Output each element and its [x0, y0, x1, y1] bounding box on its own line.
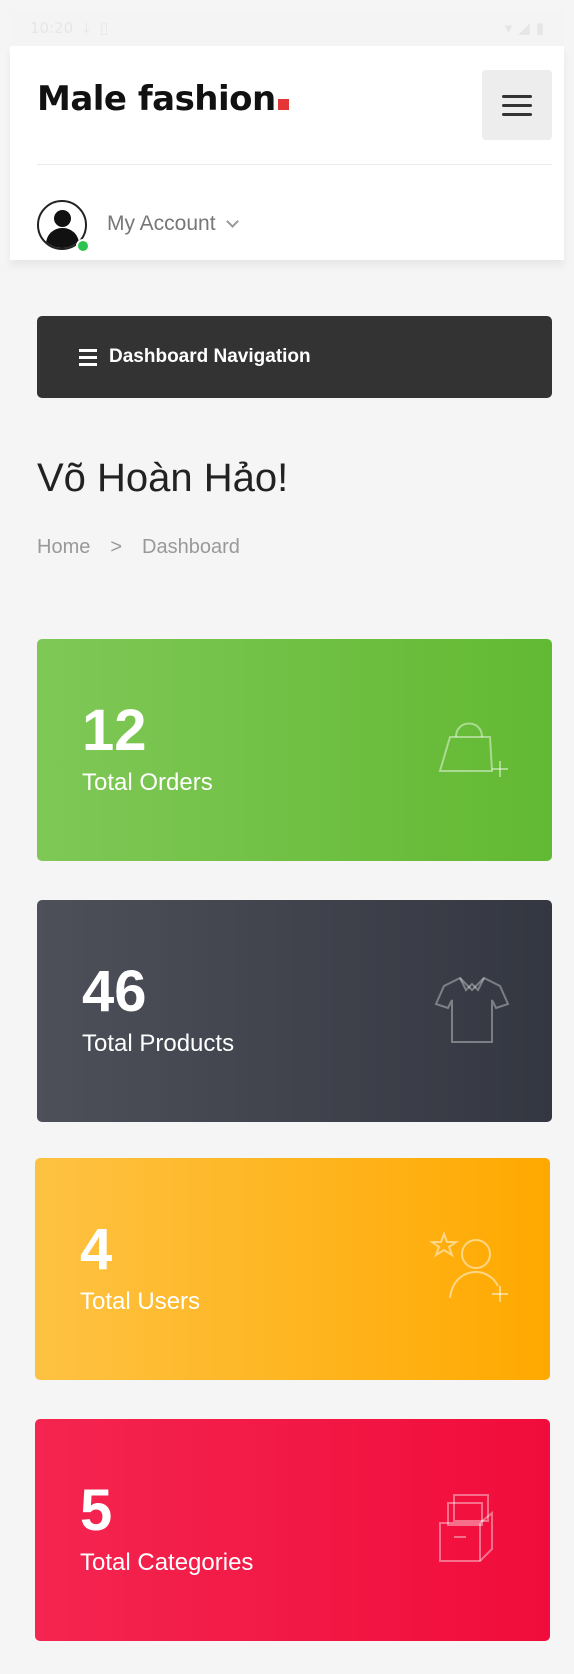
logo[interactable]: Male fashion	[37, 79, 289, 119]
logo-text: Male fashion	[37, 79, 276, 119]
wifi-icon: ▾	[504, 19, 513, 37]
hamburger-menu-button[interactable]	[482, 70, 552, 140]
logo-dot	[277, 99, 289, 110]
user-body-shape	[46, 228, 79, 248]
stat-card-users[interactable]: 4 Total Users	[35, 1158, 550, 1380]
stat-label: Total Orders	[82, 769, 213, 796]
dashboard-navigation-label: Dashboard Navigation	[109, 346, 311, 367]
my-account-label: My Account	[107, 212, 216, 235]
clipboard-icon: ▯	[99, 19, 109, 37]
stat-label: Total Products	[82, 1030, 235, 1057]
site-header: Male fashion My Account	[10, 46, 564, 260]
header-divider	[37, 164, 552, 165]
dashboard-navigation-button[interactable]: Dashboard Navigation	[37, 316, 552, 398]
battery-icon: ▮	[535, 19, 544, 37]
stat-card-products[interactable]: 46 Total Products	[37, 900, 552, 1122]
list-icon	[79, 348, 97, 366]
online-status-dot	[76, 239, 90, 253]
shirt-icon	[434, 976, 510, 1043]
stat-value: 5	[80, 1478, 113, 1543]
stat-label: Total Users	[80, 1288, 201, 1315]
stat-card-categories[interactable]: 5 Total Categories	[35, 1419, 550, 1641]
status-bar: 10:20 ⤓ ▯ ▾ ◢ ▮	[10, 10, 564, 46]
breadcrumb-home[interactable]: Home	[37, 536, 90, 559]
signal-icon: ◢	[518, 19, 530, 37]
stat-value: 4	[80, 1217, 113, 1282]
my-account-dropdown[interactable]: My Account	[107, 212, 239, 236]
user-star-plus-icon	[430, 1231, 508, 1302]
menu-line	[502, 94, 532, 98]
user-head-shape	[54, 210, 71, 227]
page-title: Võ Hoàn Hảo!	[37, 456, 289, 500]
menu-line	[502, 112, 532, 116]
shopping-bag-plus-icon	[438, 722, 508, 777]
breadcrumb: Home > Dashboard	[37, 536, 240, 559]
menu-line	[502, 103, 532, 107]
breadcrumb-current: Dashboard	[142, 536, 240, 558]
breadcrumb-separator: >	[110, 536, 123, 558]
status-time: 10:20	[30, 19, 74, 37]
stat-value: 46	[82, 959, 147, 1024]
chevron-down-icon	[225, 214, 239, 228]
boxes-icon	[439, 1494, 493, 1562]
stat-card-orders[interactable]: 12 Total Orders	[37, 639, 552, 861]
stat-label: Total Categories	[80, 1549, 254, 1576]
stat-value: 12	[82, 698, 147, 763]
download-icon: ⤓	[83, 19, 90, 37]
